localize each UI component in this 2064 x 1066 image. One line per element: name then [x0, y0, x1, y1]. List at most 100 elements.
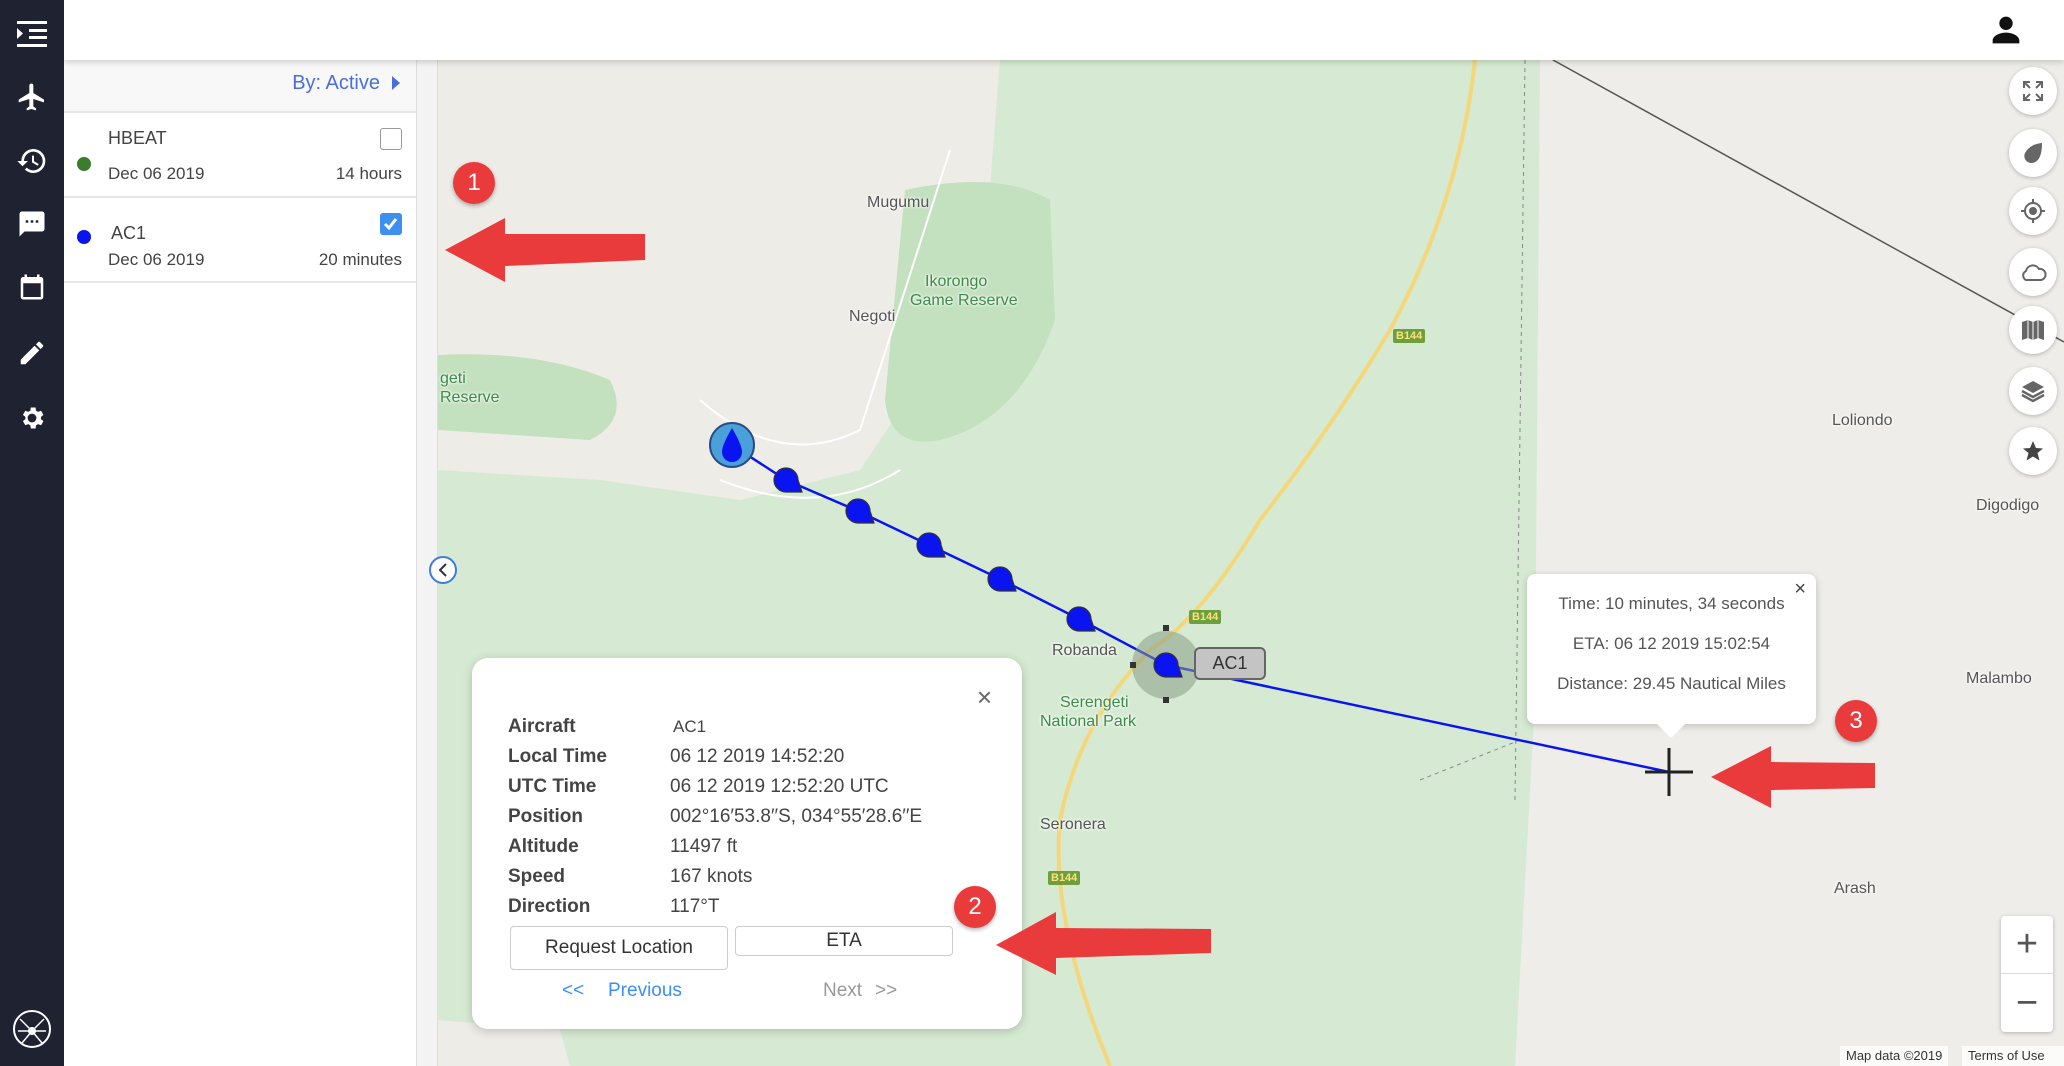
- drop-icon: [2024, 143, 2042, 163]
- map-attribution: Map data ©2019: [1840, 1046, 1949, 1066]
- aircraft-date: Dec 06 2019: [108, 164, 205, 183]
- detail-label: Direction: [508, 896, 591, 917]
- annotation-badge: 1: [453, 162, 495, 204]
- previous-link[interactable]: Previous: [608, 980, 682, 1002]
- aircraft-list-panel: By: Active HBEAT Dec 06 2019 14 hours AC…: [64, 60, 417, 1066]
- pencil-icon[interactable]: [12, 333, 52, 373]
- detail-label: Speed: [508, 866, 566, 887]
- detail-value: 117°T: [670, 896, 720, 917]
- calendar-icon[interactable]: [12, 267, 52, 307]
- detail-label: Altitude: [508, 836, 579, 857]
- menu-indent-icon[interactable]: [12, 14, 52, 54]
- halo-tick: [1163, 625, 1169, 631]
- halo-tick: [1130, 662, 1136, 668]
- road-shield-b144: B144: [1189, 610, 1222, 624]
- caret-right-icon: [392, 76, 400, 90]
- aircraft-name: HBEAT: [108, 128, 167, 148]
- top-bar: [64, 0, 2064, 60]
- previous-arrows[interactable]: <<: [562, 980, 584, 1002]
- chat-icon[interactable]: [12, 204, 52, 244]
- sort-by-button[interactable]: By: Active: [292, 72, 400, 95]
- aircraft-list-item[interactable]: AC1 Dec 06 2019 20 minutes: [64, 198, 416, 283]
- map-label-negoti: Negoti: [849, 308, 896, 325]
- spider-logo-icon: [12, 1009, 52, 1049]
- eta-time: Time: 10 minutes, 34 seconds: [1558, 594, 1785, 613]
- map-label-robanda: Robanda: [1052, 642, 1117, 659]
- detail-value: 06 12 2019 14:52:20: [670, 746, 845, 767]
- visibility-checkbox[interactable]: [380, 213, 402, 235]
- map-label-serengeti: Serengeti: [1060, 694, 1129, 711]
- annotation-badge: 2: [954, 886, 996, 928]
- aircraft-label-ac1[interactable]: AC1: [1194, 647, 1266, 680]
- detail-value: 06 12 2019 12:52:20 UTC: [670, 776, 889, 797]
- left-nav: [0, 0, 64, 1066]
- visibility-checkbox[interactable]: [380, 128, 402, 150]
- road-shield-b144: B144: [1393, 329, 1426, 343]
- eta-value: ETA: 06 12 2019 15:02:54: [1572, 634, 1771, 653]
- gear-icon[interactable]: [12, 398, 52, 438]
- halo-tick: [1163, 697, 1169, 703]
- map-area-grey-east: [1515, 60, 2064, 1066]
- map-label-arash: Arash: [1834, 880, 1876, 897]
- user-icon[interactable]: [1990, 14, 2022, 46]
- map-label-seronera: Seronera: [1040, 816, 1106, 833]
- status-dot: [77, 157, 91, 171]
- star-icon: [2023, 441, 2043, 461]
- map-label-ikorongo: Ikorongo: [925, 273, 988, 290]
- close-icon[interactable]: ×: [977, 682, 992, 713]
- eta-distance: Distance: 29.45 Nautical Miles: [1557, 674, 1786, 693]
- layers-button[interactable]: [2009, 367, 2057, 415]
- map-label-mugumu: Mugumu: [867, 194, 930, 211]
- sort-label: By: Active: [292, 72, 380, 94]
- collapse-panel-button[interactable]: [429, 556, 457, 584]
- panel-header: By: Active: [64, 60, 416, 113]
- map-label-digodigo: Digodigo: [1976, 497, 2040, 514]
- detail-label: Local Time: [508, 746, 607, 767]
- terms-of-use-link[interactable]: Terms of Use: [1962, 1046, 2064, 1066]
- aircraft-date: Dec 06 2019: [108, 250, 205, 269]
- aircraft-age: 14 hours: [335, 164, 402, 183]
- status-dot: [77, 230, 91, 244]
- eta-button[interactable]: ETA: [735, 926, 953, 956]
- detail-label: Position: [508, 806, 583, 827]
- zoom-out-button[interactable]: −: [2001, 974, 2053, 1032]
- favorites-button[interactable]: [2009, 427, 2057, 475]
- detail-label: Aircraft: [508, 716, 576, 737]
- aircraft-list-item[interactable]: HBEAT Dec 06 2019 14 hours: [64, 113, 416, 198]
- zoom-control: + −: [2001, 916, 2053, 1032]
- airplane-icon[interactable]: [12, 77, 52, 117]
- fullscreen-button[interactable]: [2009, 67, 2057, 115]
- map-icon: [2022, 320, 2044, 340]
- map-label-geti: geti: [440, 370, 466, 387]
- history-icon[interactable]: [12, 141, 52, 181]
- request-location-button[interactable]: Request Location: [510, 926, 728, 970]
- locate-button[interactable]: [2009, 187, 2057, 235]
- next-arrows[interactable]: >>: [875, 980, 897, 1002]
- detail-value: AC1: [673, 717, 707, 736]
- map-label-reserve: Reserve: [440, 389, 500, 406]
- map-type-button[interactable]: [2009, 306, 2057, 354]
- aircraft-info-popup: × Aircraft AC1 Local Time 06 12 2019 14:52…: [472, 658, 1022, 1029]
- annotation-badge: 3: [1835, 700, 1877, 742]
- weather-button[interactable]: [2009, 248, 2057, 296]
- aircraft-details: Aircraft AC1 Local Time 06 12 2019 14:52:2…: [508, 712, 922, 922]
- map-label-game-reserve: Game Reserve: [910, 292, 1018, 309]
- detail-value: 11497 ft: [670, 836, 738, 857]
- detail-value: 002°16′53.8′′S, 034°55′28.6′′E: [670, 806, 923, 827]
- cloud-icon: [2022, 264, 2047, 281]
- map-label-malambo: Malambo: [1966, 670, 2032, 687]
- fullscreen-icon: [2023, 81, 2043, 101]
- detail-label: UTC Time: [508, 776, 597, 797]
- next-link[interactable]: Next: [823, 980, 862, 1002]
- locate-icon: [2021, 199, 2045, 223]
- eta-popup: × Time: 10 minutes, 34 seconds ETA: 06 1…: [1527, 574, 1816, 738]
- map-label-national-park: National Park: [1040, 713, 1137, 730]
- detail-value: 167 knots: [670, 866, 753, 887]
- road-shield-b144: B144: [1048, 871, 1081, 885]
- aircraft-name: AC1: [111, 223, 147, 243]
- map-label-loliondo: Loliondo: [1832, 412, 1893, 429]
- chevron-left-icon: [438, 563, 447, 577]
- drop-button[interactable]: [2009, 129, 2057, 177]
- layers-icon: [2021, 381, 2045, 403]
- zoom-in-button[interactable]: +: [2001, 916, 2053, 974]
